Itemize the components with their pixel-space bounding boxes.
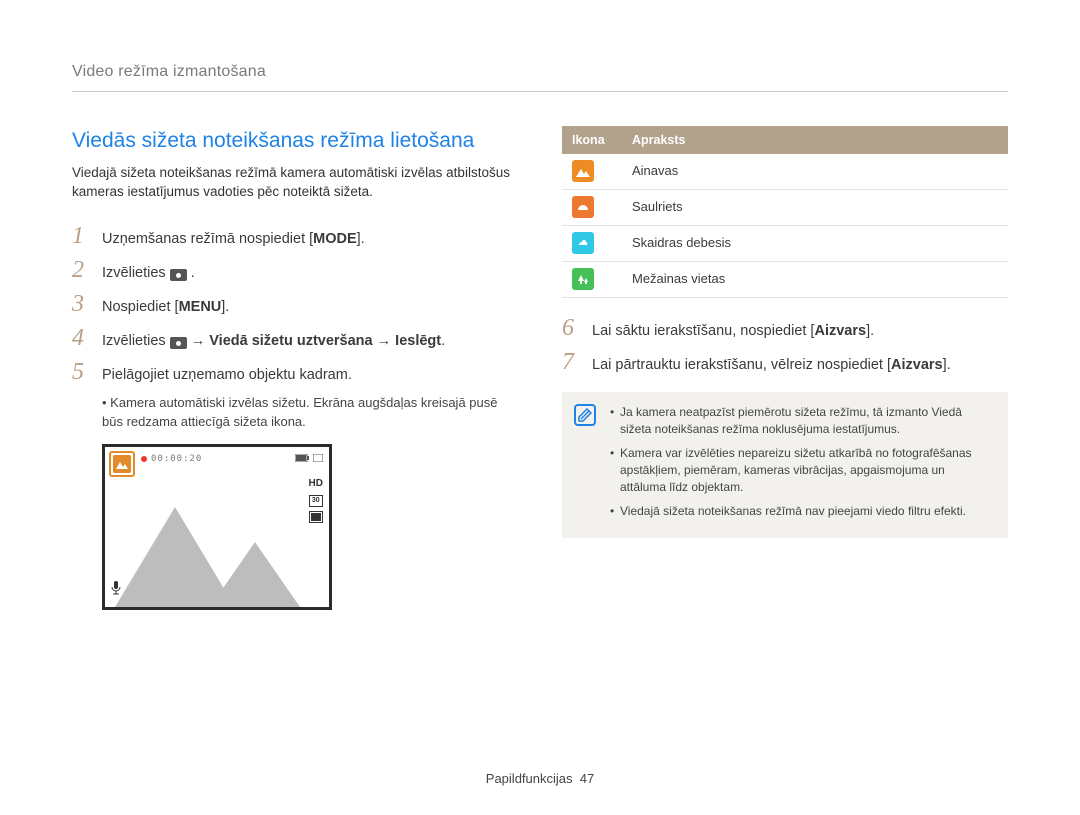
step-text: Lai sāktu ierakstīšanu, nospiediet [: [592, 323, 814, 339]
mode-key: MODE: [313, 231, 357, 247]
note-item: Kamera var izvēlēties nepareizu sižetu a…: [610, 445, 994, 497]
step-number: 3: [72, 292, 90, 316]
record-time: 00:00:20: [151, 453, 202, 466]
microphone-icon: [111, 581, 121, 600]
step-number: 1: [72, 224, 90, 248]
step-number: 6: [562, 316, 580, 340]
step-number: 5: [72, 360, 90, 384]
table-row: Ainavas: [562, 154, 1008, 189]
section-title: Viedās sižeta noteikšanas režīma lietoša…: [72, 126, 518, 156]
intro-paragraph: Viedajā sižeta noteikšanas režīmā kamera…: [72, 163, 518, 202]
table-row: Saulriets: [562, 190, 1008, 226]
step-text: ].: [866, 323, 874, 339]
step-5: 5 Pielāgojiet uzņemamo objektu kadram.: [72, 360, 518, 386]
step-text: .: [441, 333, 445, 349]
step-number: 2: [72, 258, 90, 282]
step-number: 7: [562, 350, 580, 374]
table-header-icon: Ikona: [562, 126, 622, 154]
note-box: Ja kamera neatpazīst piemērotu sižeta re…: [562, 392, 1008, 538]
step-text: ].: [943, 357, 951, 373]
step-text: ].: [221, 299, 229, 315]
table-row: Mežainas vietas: [562, 261, 1008, 297]
step-6: 6 Lai sāktu ierakstīšanu, nospiediet [Ai…: [562, 316, 1008, 342]
step-body: Lai pārtrauktu ierakstīšanu, vēlreiz nos…: [592, 355, 951, 376]
note-item: Viedajā sižeta noteikšanas režīmā nav pi…: [610, 503, 994, 520]
step-body: Izvēlieties .: [102, 263, 195, 284]
table-cell-label: Mežainas vietas: [622, 261, 1008, 297]
step-body: Izvēlieties → Viedā sižetu uztveršana → …: [102, 331, 445, 352]
two-column-layout: Viedās sižeta noteikšanas režīma lietoša…: [72, 126, 1008, 609]
breadcrumb: Video režīma izmantošana: [72, 60, 1008, 92]
step5-sub-bullet: Kamera automātiski izvēlas sižetu. Ekrān…: [102, 394, 518, 432]
shutter-key: Aizvars: [814, 323, 866, 339]
scene-icon-table: Ikona Apraksts Ainavas Saulriets Skaidra…: [562, 126, 1008, 298]
step-text: Nospiediet [: [102, 299, 179, 315]
battery-icon: [295, 453, 309, 466]
shutter-key: Aizvars: [891, 357, 943, 373]
table-header-desc: Apraksts: [622, 126, 1008, 154]
forest-scene-icon: [572, 268, 594, 290]
enable-key: Ieslēgt: [395, 333, 441, 349]
card-icon: [313, 453, 323, 466]
camera-preview-illustration: 00:00:20 HD 30: [102, 444, 332, 610]
step-text: Uzņemšanas režīmā nospiediet [: [102, 231, 313, 247]
arrow: →: [373, 333, 396, 349]
table-cell-label: Ainavas: [622, 154, 1008, 189]
sub-bullet-item: Kamera automātiski izvēlas sižetu. Ekrān…: [102, 394, 518, 432]
steps-list-left: 1 Uzņemšanas režīmā nospiediet [MODE]. 2…: [72, 224, 518, 386]
step-body: Pielāgojiet uzņemamo objektu kadram.: [102, 365, 352, 386]
clear-sky-scene-icon: [572, 232, 594, 254]
step-number: 4: [72, 326, 90, 350]
right-column: Ikona Apraksts Ainavas Saulriets Skaidra…: [562, 126, 1008, 609]
mountains-illustration: [115, 497, 329, 607]
note-icon: [574, 404, 596, 426]
preview-topbar: 00:00:20: [111, 453, 323, 466]
record-dot-icon: [141, 456, 147, 462]
table-cell-label: Saulriets: [622, 190, 1008, 226]
steps-list-right: 6 Lai sāktu ierakstīšanu, nospiediet [Ai…: [562, 316, 1008, 376]
hd-label: HD: [309, 477, 323, 492]
smart-scene-key: Viedā sižetu uztveršana: [209, 333, 372, 349]
step-2: 2 Izvēlieties .: [72, 258, 518, 284]
footer-page-number: 47: [580, 771, 594, 786]
step-4: 4 Izvēlieties → Viedā sižetu uztveršana …: [72, 326, 518, 352]
note-item: Ja kamera neatpazīst piemērotu sižeta re…: [610, 404, 994, 439]
table-cell-label: Skaidras debesis: [622, 226, 1008, 262]
step-text: .: [187, 265, 195, 281]
menu-key: MENU: [179, 299, 222, 315]
step-body: Lai sāktu ierakstīšanu, nospiediet [Aizv…: [592, 321, 874, 342]
step-1: 1 Uzņemšanas režīmā nospiediet [MODE].: [72, 224, 518, 250]
step-text: Lai pārtrauktu ierakstīšanu, vēlreiz nos…: [592, 357, 891, 373]
table-row: Skaidras debesis: [562, 226, 1008, 262]
step-text: Izvēlieties: [102, 333, 170, 349]
step-body: Nospiediet [MENU].: [102, 297, 229, 318]
left-column: Viedās sižeta noteikšanas režīma lietoša…: [72, 126, 518, 609]
step-text: Izvēlieties: [102, 265, 170, 281]
page-footer: Papildfunkcijas 47: [0, 770, 1080, 789]
step-7: 7 Lai pārtrauktu ierakstīšanu, vēlreiz n…: [562, 350, 1008, 376]
sunset-scene-icon: [572, 196, 594, 218]
footer-section: Papildfunkcijas: [486, 771, 573, 786]
arrow: →: [187, 333, 210, 349]
step-3: 3 Nospiediet [MENU].: [72, 292, 518, 318]
landscape-scene-icon: [572, 160, 594, 182]
video-mode-icon: [170, 337, 187, 349]
step-body: Uzņemšanas režīmā nospiediet [MODE].: [102, 229, 365, 250]
step-text: ].: [357, 231, 365, 247]
video-mode-icon: [170, 269, 187, 281]
